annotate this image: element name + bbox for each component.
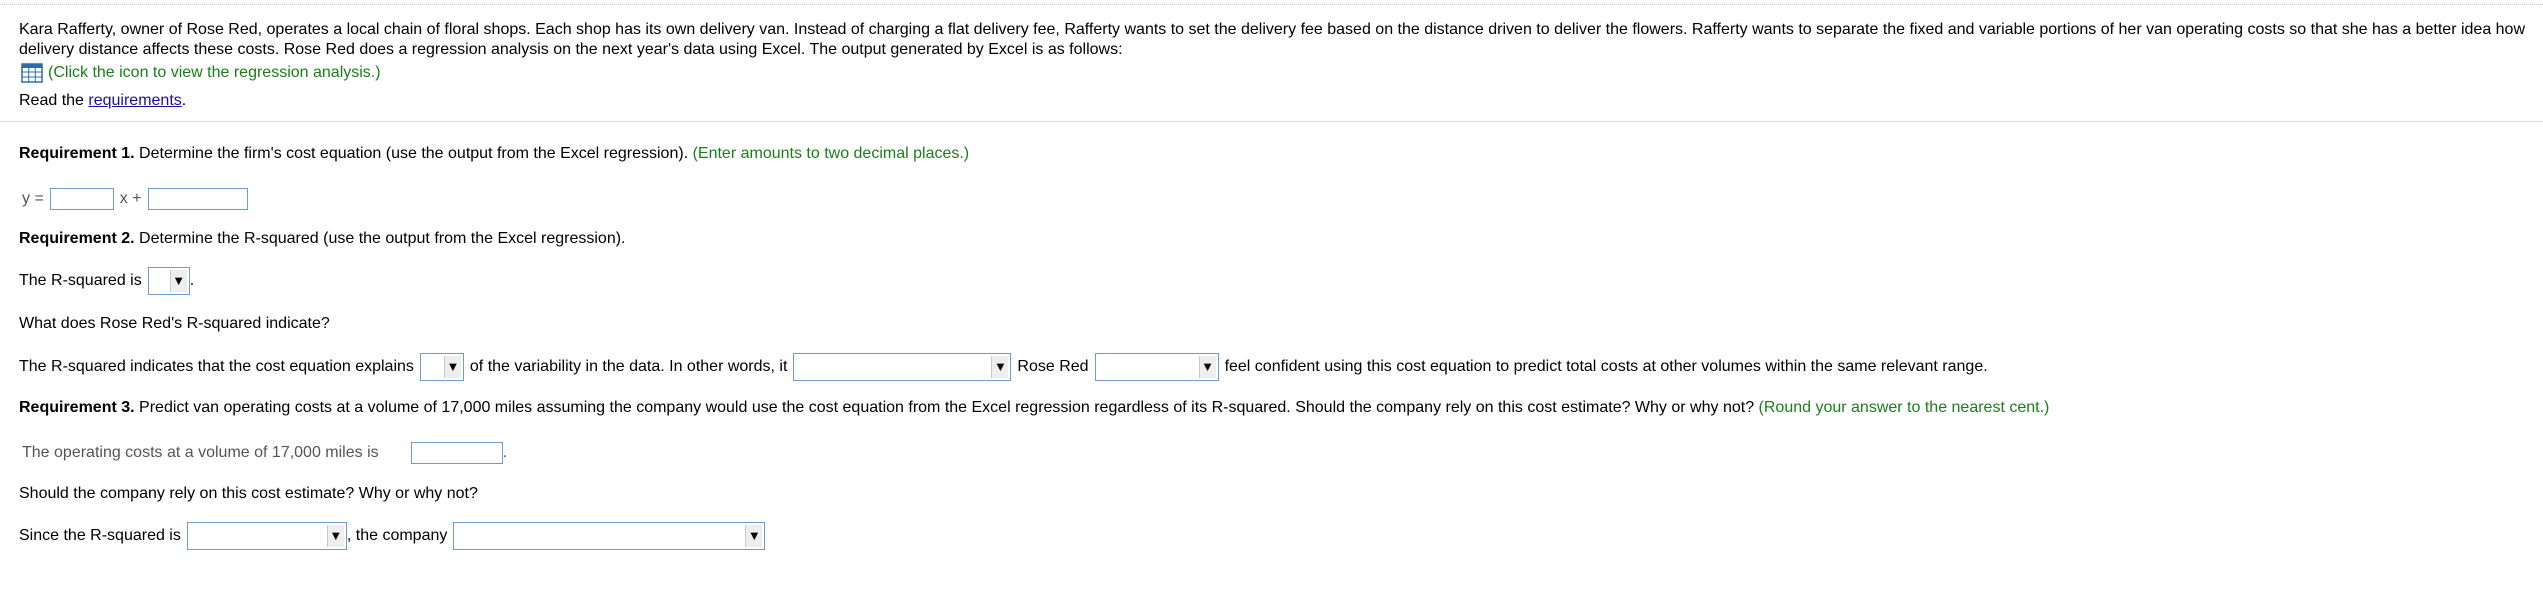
requirement-2-text: Determine the R-squared (use the output … <box>134 230 626 247</box>
dropdown-arrow-icon: ▼ <box>326 525 344 547</box>
read-prefix: Read the <box>19 92 89 109</box>
regression-icon-line: (Click the icon to view the regression a… <box>20 63 381 83</box>
read-requirements-line: Read the requirements. <box>19 91 186 111</box>
requirement-3-hint: (Round your answer to the nearest cent.) <box>1754 399 2050 416</box>
problem-text: Kara Rafferty, owner of Rose Red, operat… <box>19 21 2526 58</box>
r-squared-row: The R-squared is ▼ . <box>19 267 194 295</box>
it-select[interactable]: ▼ <box>793 353 1012 381</box>
r-squared-select[interactable]: ▼ <box>147 267 190 295</box>
dropdown-arrow-icon: ▼ <box>991 356 1009 378</box>
r-squared-question-row: What does Rose Red's R-squared indicate? <box>19 315 330 333</box>
indicates-suffix: feel confident using this cost equation … <box>1224 358 1988 375</box>
requirement-1-heading-row: Requirement 1. Determine the firm's cost… <box>19 145 969 163</box>
since-prefix: Since the R-squared is <box>19 527 181 544</box>
table-grid-icon[interactable] <box>20 63 44 83</box>
dropdown-arrow-icon: ▼ <box>169 270 187 292</box>
company-select[interactable]: ▼ <box>453 522 766 550</box>
top-divider <box>0 4 2543 5</box>
slope-input[interactable] <box>49 188 114 210</box>
r-squared-prefix: The R-squared is <box>19 272 142 289</box>
operating-cost-suffix: . <box>502 444 508 461</box>
r-squared-question: What does Rose Red's R-squared indicate? <box>19 315 330 332</box>
intercept-input[interactable] <box>147 188 248 210</box>
rely-question-row: Should the company rely on this cost est… <box>19 485 478 503</box>
since-r-squared-row: Since the R-squared is ▼ , the company ▼ <box>19 522 766 550</box>
indicates-middle: of the variability in the data. In other… <box>469 358 788 375</box>
r-squared-indicates-row: The R-squared indicates that the cost eq… <box>19 353 1988 381</box>
requirement-2-heading-row: Requirement 2. Determine the R-squared (… <box>19 230 626 248</box>
requirement-1-hint: (Enter amounts to two decimal places.) <box>688 145 970 162</box>
operating-cost-prefix: The operating costs at a volume of 17,00… <box>22 444 379 461</box>
y-equals-label: y = <box>22 190 44 207</box>
requirements-link[interactable]: requirements <box>88 92 181 109</box>
read-suffix: . <box>181 92 187 109</box>
variability-select[interactable]: ▼ <box>419 353 464 381</box>
requirement-3-label: Requirement 3. <box>19 399 135 416</box>
x-plus-label: x + <box>119 190 142 207</box>
requirement-1-text: Determine the firm's cost equation (use … <box>134 145 689 162</box>
rose-red-label: Rose Red <box>1017 358 1089 375</box>
dropdown-arrow-icon: ▼ <box>1198 356 1216 378</box>
rely-question: Should the company rely on this cost est… <box>19 485 478 502</box>
operating-cost-input[interactable] <box>410 442 503 464</box>
section-divider <box>0 121 2543 122</box>
problem-statement: Kara Rafferty, owner of Rose Red, operat… <box>19 20 2529 60</box>
cost-equation-row: y = x + <box>22 188 248 210</box>
r-squared-suffix: . <box>189 272 195 289</box>
dropdown-arrow-icon: ▼ <box>443 356 461 378</box>
requirement-2-label: Requirement 2. <box>19 230 135 247</box>
operating-cost-row: The operating costs at a volume of 17,00… <box>22 442 507 464</box>
indicates-prefix: The R-squared indicates that the cost eq… <box>19 358 414 375</box>
requirement-1-label: Requirement 1. <box>19 145 135 162</box>
since-r-squared-select[interactable]: ▼ <box>186 522 347 550</box>
requirement-3-heading-row: Requirement 3. Predict van operating cos… <box>19 399 2049 417</box>
since-middle: , the company <box>346 527 448 544</box>
rose-red-select[interactable]: ▼ <box>1094 353 1219 381</box>
dropdown-arrow-icon: ▼ <box>745 525 763 547</box>
requirement-3-text: Predict van operating costs at a volume … <box>134 399 1755 416</box>
regression-hint: (Click the icon to view the regression a… <box>48 64 381 81</box>
